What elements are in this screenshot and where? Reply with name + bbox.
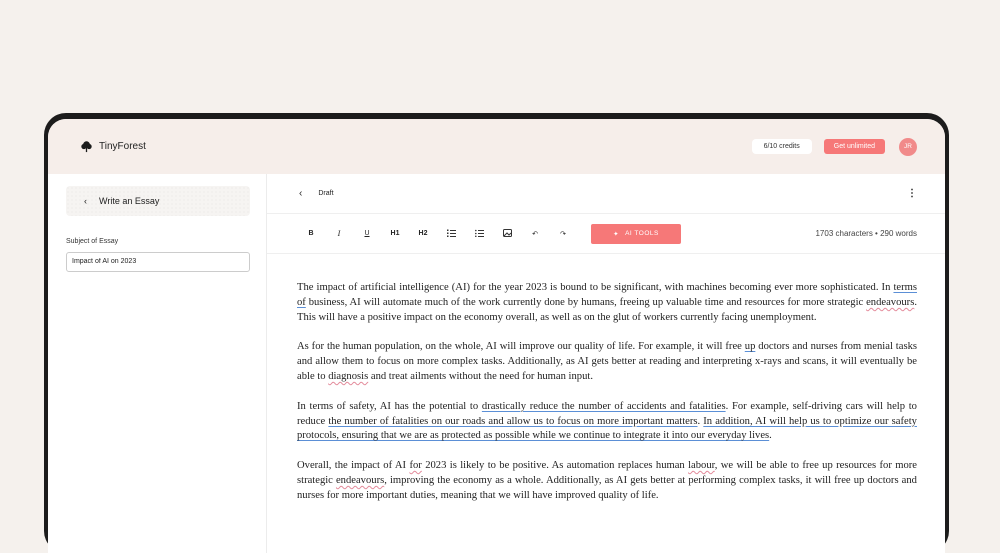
spelling-suggestion[interactable]: diagnosis — [328, 371, 368, 382]
app-screen: TinyForest 6/10 credits Get unlimited JR… — [48, 119, 945, 553]
paragraph: Overall, the impact of AI for 2023 is li… — [297, 459, 917, 503]
sparkle-icon: ✦ — [613, 230, 620, 238]
spelling-suggestion[interactable]: labour — [688, 460, 715, 471]
text-run: and treat ailments without the need for … — [368, 370, 593, 382]
paragraph: In terms of safety, AI has the potential… — [297, 400, 917, 444]
device-frame: TinyForest 6/10 credits Get unlimited JR… — [44, 113, 949, 553]
spelling-suggestion[interactable]: for — [409, 460, 421, 471]
text-run: The impact of artificial intelligence (A… — [297, 282, 894, 293]
spelling-suggestion[interactable]: endeavours — [336, 475, 384, 486]
grammar-suggestion[interactable]: drastically reduce the number of acciden… — [482, 401, 726, 412]
text-run: , improving the economy as a whole. Addi… — [297, 474, 917, 501]
numbered-list-icon[interactable] — [437, 229, 465, 239]
bullet-list-icon[interactable] — [465, 229, 493, 239]
credits-badge: 6/10 credits — [751, 139, 812, 154]
subject-label: Subject of Essay — [66, 238, 119, 245]
text-run: business, AI will automate much of the w… — [305, 296, 867, 308]
undo-icon[interactable]: ↶ — [521, 230, 549, 238]
editor-panel: ‹ Draft ⋮ B I U H1 H2 ↶ ↷ ✦ AI TOOLS 170… — [267, 174, 945, 553]
word-count: 1703 characters • 290 words — [815, 229, 917, 238]
image-icon[interactable] — [493, 228, 521, 239]
bold-button[interactable]: B — [297, 230, 325, 237]
draft-status: Draft — [318, 190, 334, 197]
avatar[interactable]: JR — [899, 137, 917, 156]
sidebar: ‹ Write an Essay Subject of Essay — [48, 174, 267, 553]
get-unlimited-button[interactable]: Get unlimited — [823, 139, 885, 154]
top-bar: TinyForest 6/10 credits Get unlimited JR — [48, 119, 945, 174]
text-run: . — [769, 430, 772, 442]
italic-button[interactable]: I — [325, 229, 353, 238]
ai-tools-label: AI TOOLS — [625, 230, 659, 237]
back-button[interactable]: ‹ Write an Essay — [66, 186, 250, 216]
text-run: Overall, the impact of AI — [297, 460, 410, 472]
format-toolbar: B I U H1 H2 ↶ ↷ ✦ AI TOOLS 1703 characte… — [267, 214, 945, 254]
grammar-suggestion[interactable]: up — [745, 341, 756, 352]
text-run: As for the human population, on the whol… — [297, 341, 745, 353]
text-run: In terms of safety, AI has the potential… — [297, 400, 482, 412]
brand-name: TinyForest — [99, 141, 146, 152]
heading2-button[interactable]: H2 — [409, 230, 437, 237]
chevron-left-icon[interactable]: ‹ — [299, 188, 302, 199]
brand[interactable]: TinyForest — [80, 140, 146, 153]
document-header: ‹ Draft ⋮ — [267, 174, 945, 214]
essay-editor[interactable]: The impact of artificial intelligence (A… — [267, 254, 945, 504]
underline-button[interactable]: U — [353, 230, 381, 237]
redo-icon[interactable]: ↷ — [549, 230, 577, 238]
heading1-button[interactable]: H1 — [381, 230, 409, 237]
app-body: ‹ Write an Essay Subject of Essay ‹ Draf… — [48, 174, 945, 553]
chevron-left-icon: ‹ — [84, 196, 87, 206]
subject-input[interactable] — [66, 251, 250, 272]
text-run: 2023 is likely to be positive. As automa… — [421, 460, 689, 472]
paragraph: The impact of artificial intelligence (A… — [297, 281, 917, 325]
spelling-suggestion[interactable]: endeavours — [866, 297, 914, 308]
paragraph: As for the human population, on the whol… — [297, 340, 917, 384]
tree-logo-icon — [81, 141, 92, 153]
back-label: Write an Essay — [99, 196, 160, 206]
ai-tools-button[interactable]: ✦ AI TOOLS — [591, 223, 681, 244]
more-options-icon[interactable]: ⋮ — [907, 188, 917, 199]
grammar-suggestion[interactable]: the number of fatalities on our roads an… — [328, 416, 697, 427]
